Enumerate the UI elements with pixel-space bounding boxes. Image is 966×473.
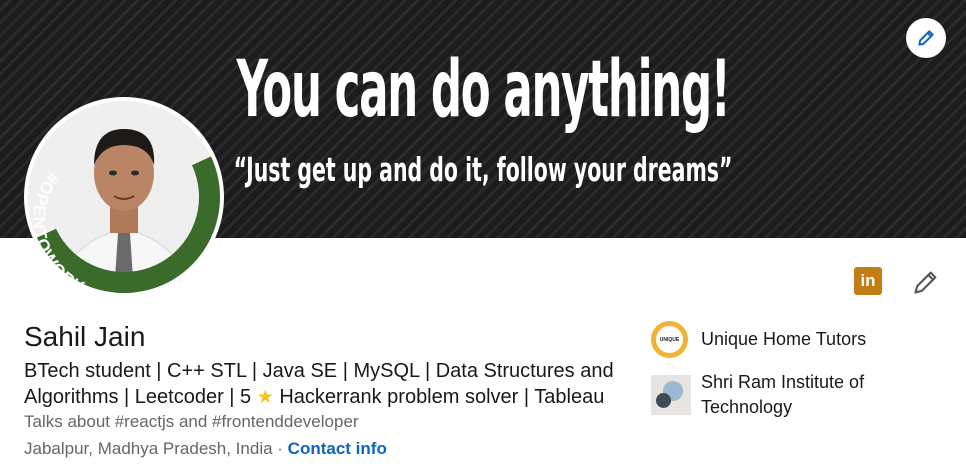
org-name: Shri Ram Institute of Technology — [701, 370, 864, 420]
unique-home-tutors-logo: UNIQUE — [651, 321, 688, 358]
linkedin-badge-button[interactable]: in — [854, 267, 882, 295]
star-icon: ★ — [256, 387, 274, 408]
org-shri-ram-institute[interactable]: Shri Ram Institute of Technology — [651, 370, 864, 420]
talks-about: Talks about #reactjs and #frontenddevelo… — [24, 412, 359, 431]
profile-name: Sahil Jain — [24, 321, 146, 352]
location-row: Jabalpur, Madhya Pradesh, India · Contac… — [24, 439, 387, 459]
banner-headline: You can do anything! — [236, 45, 730, 135]
pencil-icon — [914, 271, 937, 294]
logo-text: UNIQUE — [659, 336, 680, 343]
org-name: Unique Home Tutors — [701, 329, 867, 349]
svg-text:#OPENTOWORK: #OPENTOWORK — [29, 169, 88, 293]
avatar: #OPENTOWORK — [28, 101, 220, 293]
banner-quote: “Just get up and do it, follow your drea… — [233, 150, 733, 189]
open-to-work-badge: #OPENTOWORK — [29, 169, 87, 293]
headline-line-2-end: Hackerrank problem solver | Tableau — [279, 386, 605, 408]
headline-line-2-start: Algorithms | Leetcoder | 5 — [24, 386, 252, 408]
edit-intro-button[interactable] — [910, 266, 942, 298]
profile-photo[interactable]: #OPENTOWORK — [24, 97, 224, 297]
headline-line-1: BTech student | C++ STL | Java SE | MySQ… — [24, 360, 614, 382]
location-text: Jabalpur, Madhya Pradesh, India · — [24, 439, 283, 458]
edit-cover-button[interactable] — [906, 18, 946, 58]
org-name-line-1: Shri Ram Institute of — [701, 372, 865, 392]
org-unique-home-tutors[interactable]: UNIQUE Unique Home Tutors — [651, 321, 866, 358]
profile-headline: BTech student | C++ STL | Java SE | MySQ… — [24, 358, 624, 411]
headline-line-2: Algorithms | Leetcoder | 5 ★ Hackerrank … — [24, 384, 624, 411]
shri-ram-institute-logo — [651, 375, 691, 415]
contact-info-link[interactable]: Contact info — [288, 439, 387, 458]
pencil-icon — [918, 30, 934, 46]
linkedin-icon: in — [860, 271, 876, 290]
org-name-line-2: Technology — [701, 397, 793, 417]
